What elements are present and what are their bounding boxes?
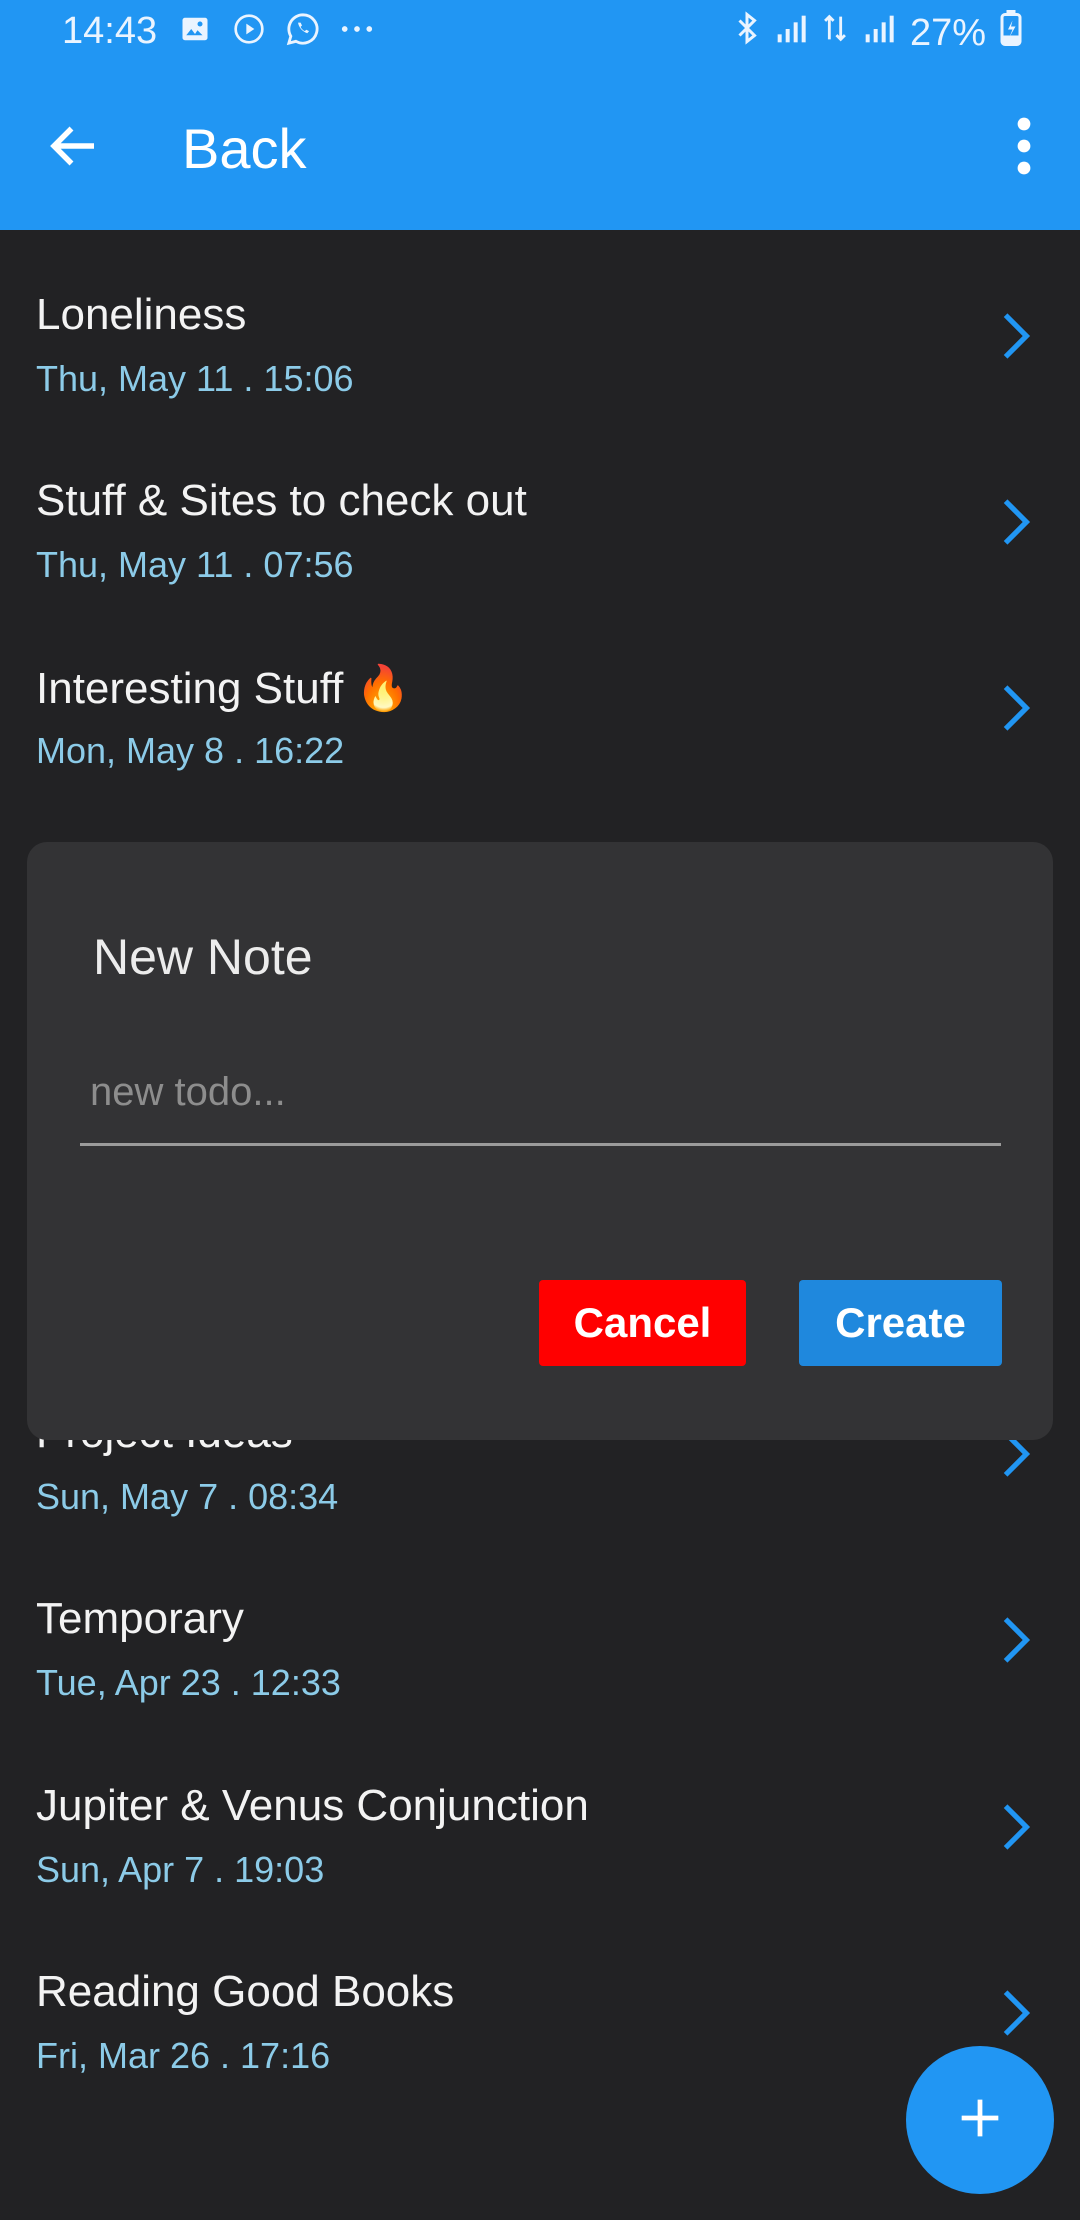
page-title[interactable]: Back: [182, 116, 307, 181]
list-item[interactable]: Reading Good Books Fri, Mar 26 . 17:16: [0, 1907, 1080, 2093]
more-dots-icon: [340, 12, 374, 46]
note-title: Interesting Stuff 🔥: [36, 664, 411, 713]
back-arrow-icon[interactable]: [44, 116, 104, 176]
note-date: Thu, May 11 . 15:06: [36, 358, 354, 399]
battery-percent: 27%: [909, 11, 986, 54]
data-icon: [822, 11, 848, 55]
note-date: Fri, Mar 26 . 17:16: [36, 2035, 331, 2076]
bluetooth-icon: [734, 10, 760, 56]
notification-icons: [178, 12, 374, 46]
app-bar: Back: [0, 64, 1080, 230]
chevron-right-icon: [1000, 1987, 1032, 2039]
note-date: Sun, May 7 . 08:34: [36, 1476, 339, 1517]
list-item[interactable]: Temporary Tue, Apr 23 . 12:33: [0, 1534, 1080, 1720]
new-note-input[interactable]: [80, 1042, 1001, 1146]
battery-charging-icon: [1000, 10, 1022, 56]
create-button[interactable]: Create: [799, 1280, 1002, 1366]
note-title: Temporary: [36, 1594, 244, 1643]
dialog-title: New Note: [93, 929, 313, 985]
gallery-icon: [178, 12, 212, 46]
note-date: Thu, May 11 . 07:56: [36, 544, 354, 585]
whatsapp-icon: [286, 12, 320, 46]
cancel-button[interactable]: Cancel: [539, 1280, 746, 1366]
status-bar: 14:43 27%: [0, 0, 1080, 64]
more-vert-icon[interactable]: [1004, 114, 1044, 178]
chevron-right-icon: [1000, 310, 1032, 362]
add-note-button[interactable]: [906, 2046, 1054, 2194]
signal-icon-2: [862, 12, 896, 55]
list-item[interactable]: Loneliness Thu, May 11 . 15:06: [0, 230, 1080, 416]
list-item[interactable]: Jupiter & Venus Conjunction Sun, Apr 7 .…: [0, 1721, 1080, 1907]
note-title: Reading Good Books: [36, 1967, 455, 2016]
chevron-right-icon: [1000, 682, 1032, 734]
system-icons: 27%: [734, 10, 1022, 56]
note-title: Loneliness: [36, 290, 247, 339]
note-title: Jupiter & Venus Conjunction: [36, 1781, 589, 1830]
signal-icon: [774, 12, 808, 55]
note-date: Tue, Apr 23 . 12:33: [36, 1662, 341, 1703]
new-note-dialog: New Note Cancel Create: [27, 842, 1053, 1440]
plus-icon: [958, 2096, 1002, 2145]
play-icon: [232, 12, 266, 46]
screen: 14:43 27% Back Loneliness Thu, May 11 . …: [0, 0, 1080, 2220]
chevron-right-icon: [1000, 1614, 1032, 1666]
status-time: 14:43: [62, 10, 158, 52]
note-date: Sun, Apr 7 . 19:03: [36, 1849, 325, 1890]
list-item[interactable]: Stuff & Sites to check out Thu, May 11 .…: [0, 416, 1080, 602]
note-date: Mon, May 8 . 16:22: [36, 730, 345, 771]
chevron-right-icon: [1000, 496, 1032, 548]
list-item[interactable]: Interesting Stuff 🔥 Mon, May 8 . 16:22: [0, 602, 1080, 788]
chevron-right-icon: [1000, 1801, 1032, 1853]
note-title: Stuff & Sites to check out: [36, 476, 527, 525]
